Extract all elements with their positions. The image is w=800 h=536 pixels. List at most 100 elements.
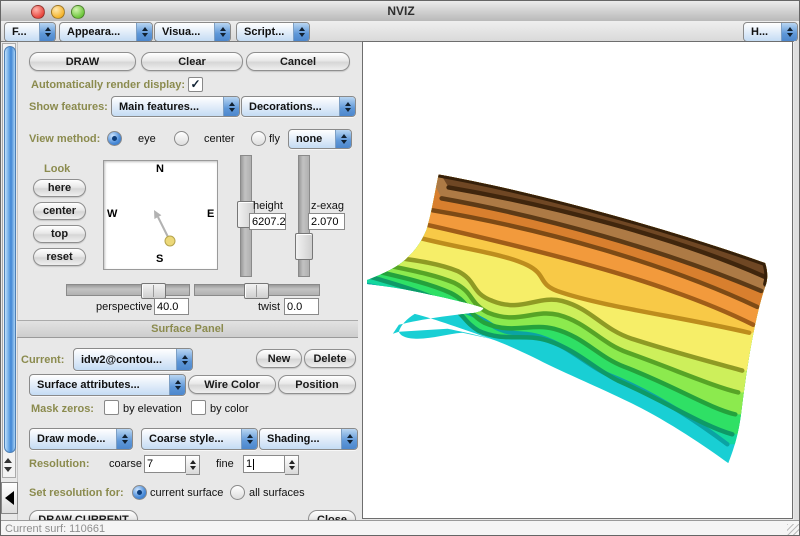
mask-zeros-label: Mask zeros: xyxy=(31,403,94,415)
radio-all-surfaces[interactable] xyxy=(230,485,245,500)
control-panel: DRAW Clear Cancel Automatically render d… xyxy=(1,41,361,521)
mask-by-color-label: by color xyxy=(210,403,249,415)
fine-resolution-input[interactable]: 1 xyxy=(243,455,285,473)
clear-button[interactable]: Clear xyxy=(141,52,243,71)
terrain-surface xyxy=(366,174,768,464)
stepper-icon xyxy=(116,429,132,449)
fine-spinner[interactable] xyxy=(285,455,299,475)
coarse-label: coarse xyxy=(109,458,143,470)
stepper-icon xyxy=(335,130,351,148)
show-features-label: Show features: xyxy=(29,101,108,113)
coarse-spinner[interactable] xyxy=(186,455,200,475)
stepper-icon xyxy=(223,97,239,116)
auto-render-checkbox[interactable]: ✓ xyxy=(188,77,203,92)
look-here-button[interactable]: here xyxy=(33,179,86,197)
radio-fly-label: fly xyxy=(269,133,280,145)
scrollbar-arrows-icon[interactable] xyxy=(2,454,14,476)
look-center-button[interactable]: center xyxy=(33,202,86,220)
perspective-slider[interactable] xyxy=(66,284,190,296)
main-features-dropdown[interactable]: Main features... xyxy=(111,96,240,117)
twist-slider-handle[interactable] xyxy=(244,283,269,299)
new-surface-button[interactable]: New xyxy=(256,349,302,368)
stepper-icon xyxy=(781,23,797,41)
current-surface-dropdown[interactable]: idw2@contou... xyxy=(73,348,193,371)
perspective-value[interactable]: 40.0 xyxy=(154,298,189,315)
radio-center[interactable] xyxy=(174,131,189,146)
zexag-label: z-exag xyxy=(311,200,345,212)
collapse-panel-button[interactable] xyxy=(1,482,18,514)
nviz-window: NVIZ F... Appeara... Visua... Script... … xyxy=(0,0,800,536)
radio-current-surface[interactable] xyxy=(132,485,147,500)
twist-value[interactable]: 0.0 xyxy=(284,298,319,315)
draw-button[interactable]: DRAW xyxy=(29,52,136,71)
position-button[interactable]: Position xyxy=(278,375,356,394)
resize-grip-icon[interactable] xyxy=(787,524,799,535)
cancel-button[interactable]: Cancel xyxy=(246,52,350,71)
view-method-label: View method: xyxy=(29,133,101,145)
stepper-icon xyxy=(169,375,185,395)
radio-eye-label: eye xyxy=(138,133,156,145)
look-top-button[interactable]: top xyxy=(33,225,86,243)
window-right-gutter xyxy=(794,41,799,520)
compass-south-label: S xyxy=(156,253,164,265)
menu-scripting[interactable]: Script... xyxy=(236,22,310,42)
twist-label: twist xyxy=(258,301,280,313)
zexag-slider-handle[interactable] xyxy=(295,233,313,260)
stepper-icon xyxy=(39,23,55,41)
height-label: height xyxy=(253,200,283,212)
compass-north-label: N xyxy=(156,163,164,175)
view-direction-compass[interactable]: N S W E xyxy=(103,160,218,270)
height-value[interactable]: 6207.2 xyxy=(249,213,286,230)
panel-scrollbar[interactable] xyxy=(2,43,16,478)
surface-attributes-dropdown[interactable]: Surface attributes... xyxy=(29,374,186,396)
left-triangle-icon xyxy=(5,491,14,505)
menu-bar: F... Appeara... Visua... Script... H... xyxy=(1,21,799,42)
title-bar[interactable]: NVIZ xyxy=(1,1,799,22)
decorations-dropdown[interactable]: Decorations... xyxy=(241,96,356,117)
menu-help[interactable]: H... xyxy=(743,22,798,42)
look-reset-button[interactable]: reset xyxy=(33,248,86,266)
perspective-slider-handle[interactable] xyxy=(141,283,166,299)
radio-center-label: center xyxy=(204,133,235,145)
current-surface-label: Current: xyxy=(21,354,65,366)
stepper-icon xyxy=(341,429,357,449)
radio-fly[interactable] xyxy=(251,131,266,146)
resolution-label: Resolution: xyxy=(29,458,90,470)
window-title: NVIZ xyxy=(387,4,415,18)
zexag-value[interactable]: 2.070 xyxy=(308,213,345,230)
wire-color-button[interactable]: Wire Color xyxy=(188,375,276,394)
mask-by-color-checkbox[interactable] xyxy=(191,400,206,415)
menu-appearance[interactable]: Appeara... xyxy=(59,22,153,42)
stepper-icon xyxy=(241,429,257,449)
status-text: Current surf: 110661 xyxy=(5,523,106,535)
mask-by-elevation-label: by elevation xyxy=(123,403,182,415)
radio-eye[interactable] xyxy=(107,131,122,146)
panel-divider xyxy=(17,42,18,521)
menu-visualize[interactable]: Visua... xyxy=(154,22,231,42)
radio-all-surfaces-label: all surfaces xyxy=(249,487,305,499)
stepper-icon xyxy=(176,349,192,370)
coarse-resolution-input[interactable]: 7 xyxy=(144,455,186,473)
render-canvas[interactable] xyxy=(362,41,793,519)
look-label: Look xyxy=(44,163,71,175)
stepper-icon xyxy=(293,23,309,41)
auto-render-label: Automatically render display: xyxy=(31,79,186,91)
stepper-icon xyxy=(214,23,230,41)
draw-mode-dropdown[interactable]: Draw mode... xyxy=(29,428,133,450)
stepper-icon xyxy=(339,97,355,116)
compass-west-label: W xyxy=(107,208,118,220)
text-caret xyxy=(253,458,255,470)
stepper-icon xyxy=(136,23,152,41)
panel-scrollbar-thumb[interactable] xyxy=(4,46,16,453)
shading-dropdown[interactable]: Shading... xyxy=(259,428,358,450)
menu-file[interactable]: F... xyxy=(4,22,56,42)
compass-east-label: E xyxy=(207,208,215,220)
fly-mode-dropdown[interactable]: none xyxy=(288,129,352,149)
coarse-style-dropdown[interactable]: Coarse style... xyxy=(141,428,258,450)
perspective-label: perspective xyxy=(96,301,153,313)
mask-by-elevation-checkbox[interactable] xyxy=(104,400,119,415)
radio-current-surface-label: current surface xyxy=(150,487,224,499)
delete-surface-button[interactable]: Delete xyxy=(304,349,356,368)
set-resolution-label: Set resolution for: xyxy=(29,487,124,499)
surface-panel-header: Surface Panel xyxy=(17,320,358,338)
